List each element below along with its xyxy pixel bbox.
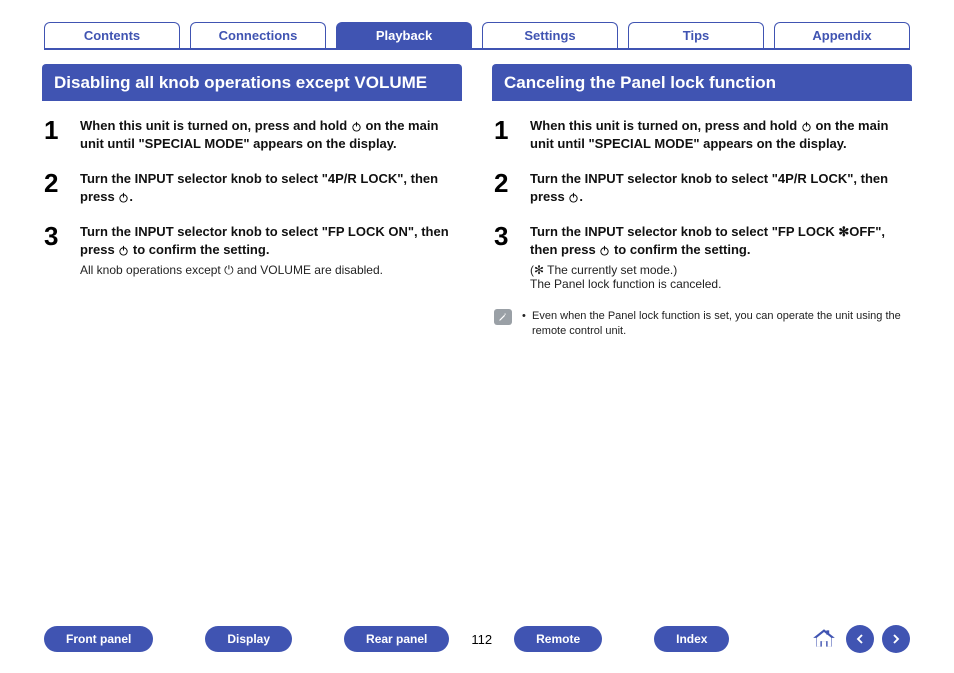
right-step-1: 1 When this unit is turned on, press and…: [494, 117, 906, 152]
step-number: 2: [44, 170, 66, 205]
note-text: Even when the Panel lock function is set…: [522, 309, 906, 340]
step-number: 2: [494, 170, 516, 205]
step-text: When this unit is turned on, press and h…: [530, 117, 906, 152]
manual-page: Contents Connections Playback Settings T…: [0, 0, 954, 673]
step-text: Turn the INPUT selector knob to select "…: [530, 223, 906, 258]
top-tabs: Contents Connections Playback Settings T…: [0, 0, 954, 48]
step-subtext: (✻ The currently set mode.) The Panel lo…: [530, 263, 906, 291]
text-seg: Turn the INPUT selector knob to select "…: [80, 171, 438, 204]
left-step-2: 2 Turn the INPUT selector knob to select…: [44, 170, 456, 205]
tab-tips[interactable]: Tips: [628, 22, 764, 48]
text-seg: .: [129, 189, 133, 204]
text-seg: to confirm the setting.: [129, 242, 269, 257]
step-number: 3: [494, 223, 516, 290]
nav-index[interactable]: Index: [654, 626, 729, 652]
tab-appendix[interactable]: Appendix: [774, 22, 910, 48]
power-icon: [801, 121, 812, 132]
nav-front-panel[interactable]: Front panel: [44, 626, 153, 652]
text-seg: to confirm the setting.: [610, 242, 750, 257]
tab-playback[interactable]: Playback: [336, 22, 472, 48]
next-page-icon[interactable]: [882, 625, 910, 653]
home-icon[interactable]: [810, 625, 838, 653]
pencil-icon: [494, 309, 512, 325]
text-seg: .: [579, 189, 583, 204]
left-step-3: 3 Turn the INPUT selector knob to select…: [44, 223, 456, 277]
power-icon: [118, 192, 129, 203]
step-subtext: All knob operations except ⏻ and VOLUME …: [80, 263, 456, 278]
text-seg: Turn the INPUT selector knob to select "…: [530, 171, 888, 204]
power-icon: [351, 121, 362, 132]
tab-underline: [44, 48, 910, 50]
left-step-1: 1 When this unit is turned on, press and…: [44, 117, 456, 152]
right-heading: Canceling the Panel lock function: [492, 64, 912, 101]
note-block: Even when the Panel lock function is set…: [494, 309, 906, 340]
left-heading: Disabling all knob operations except VOL…: [42, 64, 462, 101]
nav-display[interactable]: Display: [205, 626, 292, 652]
text-seg: When this unit is turned on, press and h…: [80, 118, 351, 133]
power-icon: [118, 245, 129, 256]
step-text: When this unit is turned on, press and h…: [80, 117, 456, 152]
page-number: 112: [461, 632, 502, 647]
nav-remote[interactable]: Remote: [514, 626, 602, 652]
step-text: Turn the INPUT selector knob to select "…: [80, 223, 456, 258]
right-step-2: 2 Turn the INPUT selector knob to select…: [494, 170, 906, 205]
right-step-3: 3 Turn the INPUT selector knob to select…: [494, 223, 906, 290]
nav-rear-panel[interactable]: Rear panel: [344, 626, 449, 652]
right-column: Canceling the Panel lock function 1 When…: [492, 64, 912, 339]
prev-page-icon[interactable]: [846, 625, 874, 653]
step-number: 3: [44, 223, 66, 277]
tab-contents[interactable]: Contents: [44, 22, 180, 48]
nav-icon-group: [810, 625, 910, 653]
text-seg: When this unit is turned on, press and h…: [530, 118, 801, 133]
power-icon: [599, 245, 610, 256]
step-number: 1: [494, 117, 516, 152]
tab-connections[interactable]: Connections: [190, 22, 326, 48]
step-number: 1: [44, 117, 66, 152]
left-column: Disabling all knob operations except VOL…: [42, 64, 462, 339]
footer-bar: Front panel Display Rear panel 112 Remot…: [0, 625, 954, 653]
power-icon: [568, 192, 579, 203]
tab-settings[interactable]: Settings: [482, 22, 618, 48]
step-text: Turn the INPUT selector knob to select "…: [80, 170, 456, 205]
content-area: Disabling all knob operations except VOL…: [0, 64, 954, 339]
step-text: Turn the INPUT selector knob to select "…: [530, 170, 906, 205]
